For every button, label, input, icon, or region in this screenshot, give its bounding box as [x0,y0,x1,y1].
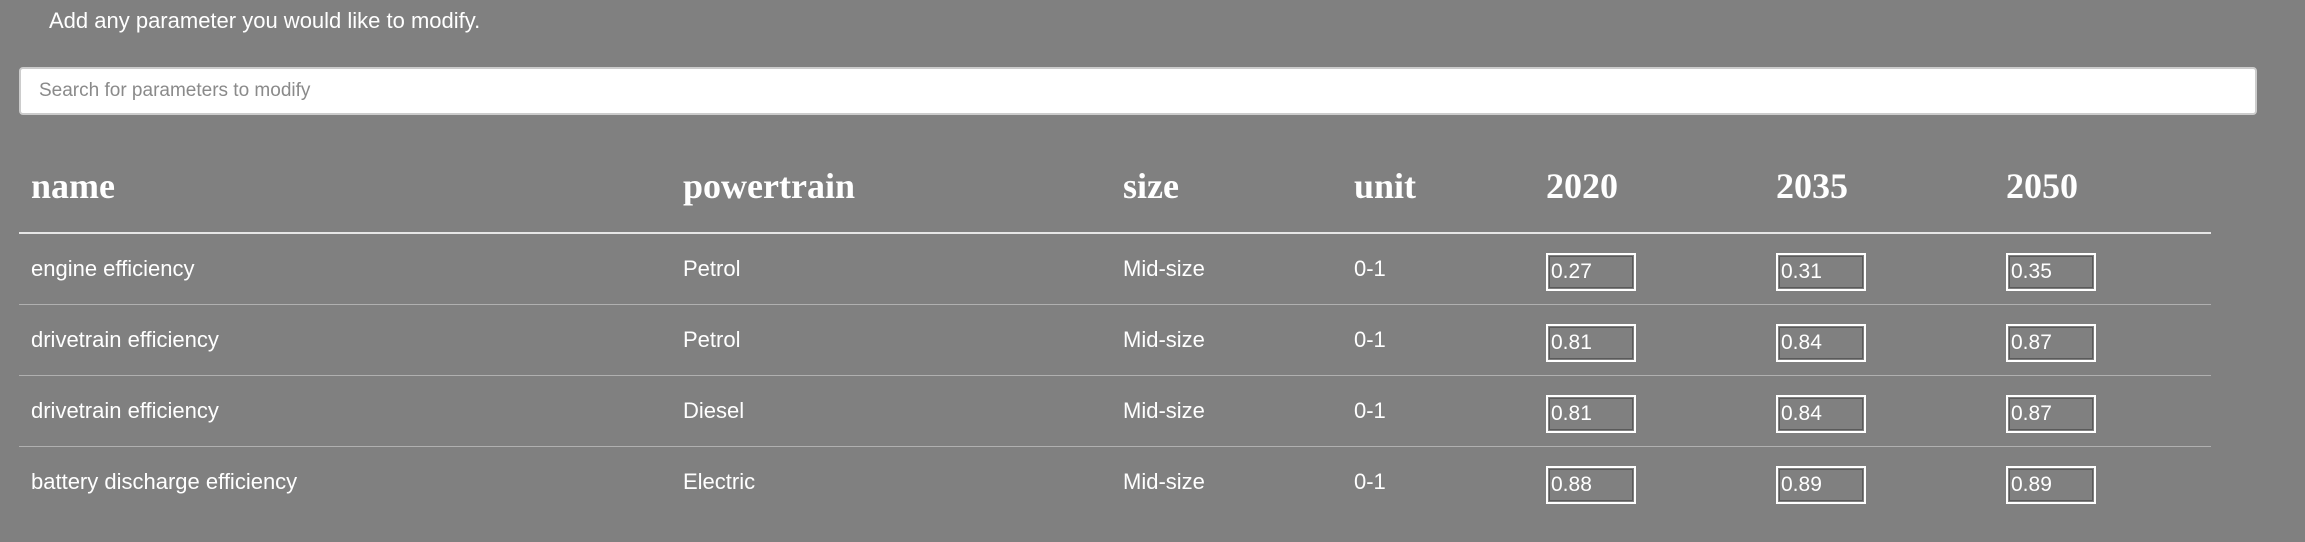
cell-2020 [1534,375,1764,447]
cell-name: battery discharge efficiency [31,469,298,494]
cell-2050 [1994,233,2211,305]
value-input-2050[interactable] [2006,466,2096,504]
cell-2035 [1764,375,1994,447]
instruction-text: Add any parameter you would like to modi… [49,8,481,33]
value-input-2020[interactable] [1546,395,1636,433]
cell-name: drivetrain efficiency [19,375,671,447]
cell-unit: 0-1 [1342,304,1534,376]
cell-powertrain: Diesel [671,375,1111,447]
cell-2050 [1994,304,2211,376]
search-input[interactable] [21,69,2255,113]
value-input-2050[interactable] [2006,324,2096,362]
value-input-2035[interactable] [1776,253,1866,291]
cell-powertrain: Petrol [671,304,1111,376]
table-row: drivetrain efficiency Petrol Mid-size 0-… [19,304,2211,376]
cell-2020 [1534,447,1764,518]
value-input-2050[interactable] [2006,395,2096,433]
cell-unit: 0-1 [1354,469,1386,494]
cell-size: Mid-size [1111,304,1342,376]
value-input-2020[interactable] [1546,466,1636,504]
value-input-2035[interactable] [1776,466,1866,504]
cell-powertrain: Petrol [671,233,1111,305]
cell-size: Mid-size [1111,375,1342,447]
search-box[interactable] [19,67,2257,115]
table-header-row: name powertrain size unit 2020 2035 2050 [19,140,2211,234]
value-input-2020[interactable] [1546,324,1636,362]
cell-2035 [1764,233,1994,305]
column-header-2035[interactable]: 2035 [1764,140,1994,234]
column-header-2050[interactable]: 2050 [1994,140,2211,234]
column-header-2020[interactable]: 2020 [1534,140,1764,234]
table-row: battery discharge efficiency Electric Mi… [19,447,2211,518]
cell-powertrain: Electric [683,469,756,494]
column-header-powertrain[interactable]: powertrain [671,140,1111,234]
cell-2020 [1534,233,1764,305]
cell-2020 [1534,304,1764,376]
value-input-2035[interactable] [1776,324,1866,362]
cell-unit: 0-1 [1342,375,1534,447]
table-row: drivetrain efficiency Diesel Mid-size 0-… [19,375,2211,447]
cell-2035 [1764,304,1994,376]
column-header-size[interactable]: size [1111,140,1342,234]
column-header-name[interactable]: name [19,140,671,234]
value-input-2035[interactable] [1776,395,1866,433]
cell-name: drivetrain efficiency [19,304,671,376]
parameter-table: name powertrain size unit 2020 2035 2050… [19,140,2211,517]
column-header-unit[interactable]: unit [1342,140,1534,234]
cell-size: Mid-size [1111,233,1342,305]
cell-2035 [1764,447,1994,518]
value-input-2020[interactable] [1546,253,1636,291]
cell-2050 [1994,447,2211,518]
cell-name: engine efficiency [19,233,671,305]
cell-size: Mid-size [1123,469,1205,494]
cell-2050 [1994,375,2211,447]
value-input-2050[interactable] [2006,253,2096,291]
cell-unit: 0-1 [1342,233,1534,305]
table-row: engine efficiency Petrol Mid-size 0-1 [19,233,2211,305]
